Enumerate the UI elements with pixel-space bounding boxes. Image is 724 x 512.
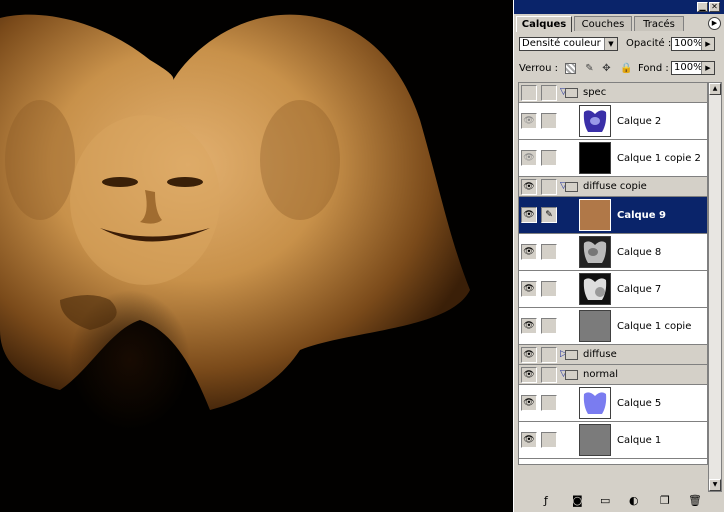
opacity-arrow-icon[interactable]: ▶ — [701, 38, 714, 50]
link-toggle[interactable] — [541, 347, 557, 363]
layer-name: Calque 5 — [617, 398, 662, 409]
document-canvas[interactable] — [0, 0, 512, 512]
paintbrush-icon[interactable]: ✎ — [541, 207, 557, 223]
fill-field[interactable]: 100% ▶ — [671, 61, 715, 75]
padlock-icon[interactable]: 🔒 — [620, 63, 632, 74]
layer-row-calque-1[interactable]: 👁 Calque 1 — [519, 422, 707, 459]
group-name: diffuse copie — [583, 181, 647, 192]
visibility-eye-icon[interactable]: 👁 — [521, 395, 537, 411]
visibility-eye-icon[interactable]: 👁 — [521, 150, 537, 166]
visibility-eye-icon[interactable]: 👁 — [521, 347, 537, 363]
mask-icon[interactable]: ◙ — [572, 495, 583, 507]
layer-row-calque-2[interactable]: 👁 Calque 2 — [519, 103, 707, 140]
layer-group-diffuse[interactable]: 👁 ▷ diffuse — [519, 345, 707, 365]
visibility-eye-icon[interactable]: 👁 — [521, 113, 537, 129]
blend-mode-value: Densité couleur + — [522, 38, 613, 49]
layer-thumbnail — [579, 105, 611, 137]
opacity-label: Opacité : — [626, 38, 672, 49]
link-toggle[interactable] — [541, 179, 557, 195]
folder-icon — [565, 88, 578, 98]
tab-calques[interactable]: Calques — [516, 16, 572, 32]
lock-label: Verrou : — [519, 63, 559, 74]
tab-traces[interactable]: Tracés — [634, 16, 684, 31]
palette-tabs: Calques Couches Tracés — [516, 16, 722, 32]
link-toggle[interactable] — [541, 150, 557, 166]
folder-icon — [565, 182, 578, 192]
layer-group-diffuse-copie[interactable]: 👁 ▽ diffuse copie — [519, 177, 707, 197]
link-toggle[interactable] — [541, 367, 557, 383]
layer-style-icon[interactable]: ƒ — [544, 495, 548, 507]
link-toggle[interactable] — [541, 113, 557, 129]
layer-row-calque-5[interactable]: 👁 Calque 5 — [519, 385, 707, 422]
visibility-eye-icon[interactable]: 👁 — [521, 281, 537, 297]
group-name: spec — [583, 87, 607, 98]
adjustment-layer-icon[interactable]: ◐ — [629, 495, 639, 507]
layer-row-calque-1-copie[interactable]: 👁 Calque 1 copie — [519, 308, 707, 345]
new-group-icon[interactable]: ▭ — [600, 495, 610, 507]
visibility-eye-icon[interactable]: 👁 — [521, 179, 537, 195]
transparency-lock-icon[interactable] — [565, 63, 576, 74]
layer-thumbnail — [579, 387, 611, 419]
layer-list-scrollbar[interactable]: ▲ ▼ — [708, 82, 722, 492]
layer-name: Calque 1 copie — [617, 321, 692, 332]
visibility-eye-icon[interactable]: 👁 — [521, 207, 537, 223]
layer-row-calque-8[interactable]: 👁 Calque 8 — [519, 234, 707, 271]
layer-name: Calque 1 — [617, 435, 662, 446]
link-toggle[interactable] — [541, 432, 557, 448]
group-name: normal — [583, 369, 619, 380]
layer-name: Calque 7 — [617, 284, 662, 295]
link-toggle[interactable] — [541, 281, 557, 297]
fill-value: 100% — [674, 62, 703, 73]
visibility-eye-icon[interactable]: 👁 — [521, 318, 537, 334]
link-toggle[interactable] — [541, 318, 557, 334]
minimize-button[interactable]: ▁ — [697, 2, 708, 12]
link-toggle[interactable] — [541, 244, 557, 260]
blend-mode-select[interactable]: Densité couleur + ▼ — [519, 37, 618, 51]
layer-name: Calque 9 — [617, 210, 667, 221]
layer-row-calque-9[interactable]: 👁 ✎ Calque 9 — [519, 197, 707, 234]
palette-menu-arrow-icon[interactable]: ▶ — [708, 17, 721, 30]
layer-row-calque-1-copie-2[interactable]: 👁 Calque 1 copie 2 — [519, 140, 707, 177]
layer-thumbnail — [579, 236, 611, 268]
face-texture-image — [0, 14, 470, 430]
palette-titlebar[interactable]: ▁ ✕ — [514, 0, 724, 14]
chevron-down-icon: ▼ — [604, 38, 617, 50]
new-layer-icon[interactable]: ❐ — [660, 495, 670, 507]
layer-thumbnail — [579, 310, 611, 342]
layer-group-spec[interactable]: ▽ spec — [519, 83, 707, 103]
trash-icon[interactable]: 🗑 — [688, 495, 702, 507]
layer-name: Calque 1 copie 2 — [617, 153, 701, 164]
layer-thumbnail — [579, 424, 611, 456]
group-name: diffuse — [583, 349, 617, 360]
fill-arrow-icon[interactable]: ▶ — [701, 62, 714, 74]
layer-name: Calque 2 — [617, 116, 662, 127]
layer-thumbnail — [579, 142, 611, 174]
layers-palette: ▁ ✕ Calques Couches Tracés ▶ Densité cou… — [513, 0, 724, 512]
layer-row-calque-7[interactable]: 👁 Calque 7 — [519, 271, 707, 308]
opacity-field[interactable]: 100% ▶ — [671, 37, 715, 51]
visibility-eye-icon[interactable]: 👁 — [521, 432, 537, 448]
palette-bottom-toolbar: ƒ ◙ ▭ ◐ ❐ 🗑 — [516, 492, 722, 510]
tab-couches[interactable]: Couches — [574, 16, 632, 31]
close-button[interactable]: ✕ — [709, 2, 720, 12]
layer-thumbnail — [579, 199, 611, 231]
fill-label: Fond : — [638, 63, 669, 74]
visibility-eye-icon[interactable] — [521, 85, 537, 101]
move-lock-icon[interactable]: ✥ — [601, 63, 612, 74]
scroll-up-icon[interactable]: ▲ — [709, 83, 721, 95]
scroll-down-icon[interactable]: ▼ — [709, 479, 721, 491]
layer-list: ▽ spec 👁 Calque 2 👁 Calque 1 copie 2 👁 ▽ — [518, 82, 708, 465]
link-toggle[interactable] — [541, 85, 557, 101]
visibility-eye-icon[interactable]: 👁 — [521, 244, 537, 260]
opacity-value: 100% — [674, 38, 703, 49]
folder-icon — [565, 350, 578, 360]
link-toggle[interactable] — [541, 395, 557, 411]
layer-name: Calque 8 — [617, 247, 662, 258]
visibility-eye-icon[interactable]: 👁 — [521, 367, 537, 383]
brush-lock-icon[interactable]: ✎ — [584, 63, 595, 74]
layer-thumbnail — [579, 273, 611, 305]
folder-icon — [565, 370, 578, 380]
layer-group-normal[interactable]: 👁 ▽ normal — [519, 365, 707, 385]
